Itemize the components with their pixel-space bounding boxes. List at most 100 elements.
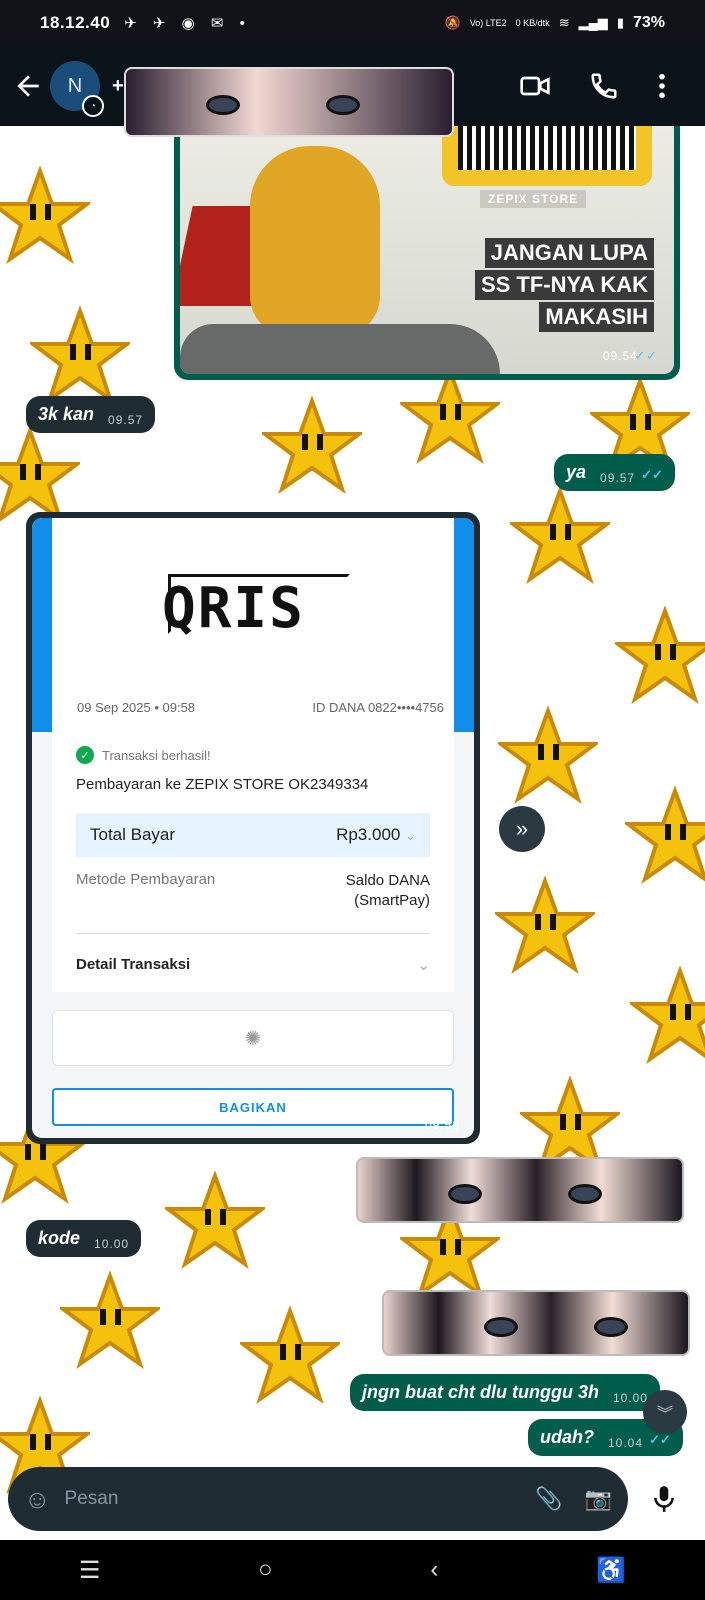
image-content: ZEPIX STORE JANGAN LUPA SS TF-NYA KAK MA… (180, 126, 674, 374)
caption-line: MAKASIH (539, 302, 654, 332)
message-time: 09.57 (600, 471, 636, 485)
qr-code (442, 126, 652, 186)
qris-logo: QRIS (162, 576, 305, 641)
star-wallpaper-icon (400, 366, 500, 465)
star-wallpaper-icon (615, 606, 705, 705)
total-row: Total Bayar Rp3.000 ⌄ (76, 813, 430, 857)
receipt: QRIS 09 Sep 2025 • 09:58 ID DANA 0822•••… (32, 518, 474, 1138)
image-caption: JANGAN LUPA SS TF-NYA KAK MAKASIH (474, 236, 654, 332)
star-wallpaper-icon (240, 1306, 340, 1405)
accessibility-icon[interactable]: ♿ (596, 1556, 626, 1585)
read-ticks-icon: ✓✓ (649, 1432, 671, 1447)
star-wallpaper-icon (262, 396, 362, 495)
star-wallpaper-icon (630, 966, 705, 1065)
attach-icon[interactable]: 📎 (535, 1486, 562, 1512)
message-input[interactable] (64, 1488, 514, 1510)
speed-label: 0 KB/dtk (515, 18, 550, 28)
wifi-icon: ≋ (558, 15, 570, 30)
emoji-icon[interactable]: ☺ (24, 1484, 51, 1515)
forward-icon[interactable]: » (499, 806, 545, 852)
avatar-initial: N (67, 74, 83, 97)
message-text: 3k kan (38, 404, 95, 424)
star-wallpaper-icon (510, 486, 610, 585)
scroll-down-icon[interactable]: ︾ (643, 1390, 687, 1434)
system-status: 🔕 Vo) LTE2 0 KB/dtk ≋ ▂▄▆ ▮ 73% (445, 14, 665, 32)
header-actions (519, 70, 667, 102)
home-icon[interactable]: ○ (258, 1556, 273, 1584)
total-value: Rp3.000 ⌄ (336, 825, 416, 844)
star-wallpaper-icon (30, 306, 130, 405)
receipt-date: 09 Sep 2025 • 09:58 (77, 700, 196, 715)
method-value: Saldo DANA (SmartPay) (345, 872, 430, 909)
clock: 18.12.40 (40, 13, 111, 32)
message-text: jngn buat cht dlu tunggu 3h (362, 1382, 599, 1402)
star-wallpaper-icon (625, 786, 705, 885)
receipt-status: ✓ Transaksi berhasil! (76, 746, 430, 764)
method-row: Metode Pembayaran Saldo DANA (SmartPay) (76, 871, 430, 911)
battery-icon: ▮ (616, 15, 624, 30)
system-nav-bar: ☰ ○ ‹ ♿ (0, 1540, 705, 1600)
message-time: 09.58 (424, 1118, 460, 1132)
status-bar: 18.12.40 ✈ ✈ ◉ ✉ • 🔕 Vo) LTE2 0 KB/dtk ≋… (0, 0, 705, 46)
phone-call-icon[interactable] (589, 71, 619, 101)
message-incoming[interactable]: 3k kan 09.57 (26, 396, 156, 433)
star-wallpaper-icon (60, 1271, 160, 1370)
detail-row: Detail Transaksi ⌄ (76, 933, 430, 974)
status-text: Transaksi berhasil! (102, 747, 211, 763)
check-icon: ✓ (76, 746, 94, 764)
notification-icons: ✈ ✈ ◉ ✉ • (124, 15, 251, 32)
dino-figure (250, 146, 380, 336)
more-options-icon[interactable] (657, 72, 667, 100)
message-outgoing[interactable]: jngn buat cht dlu tunggu 3h 10.00 (350, 1374, 660, 1411)
message-time: 10.00 (612, 1391, 648, 1405)
message-incoming[interactable]: kode 10.00 (26, 1220, 142, 1257)
read-ticks-icon: ✓✓ (641, 467, 663, 482)
share-button: BAGIKAN (52, 1088, 454, 1126)
chevron-down-icon: ⌄ (417, 957, 430, 974)
message-text: udah? (540, 1427, 594, 1447)
video-call-icon[interactable] (519, 70, 551, 102)
receipt-id: ID DANA 0822••••4756 (312, 700, 444, 715)
mute-icon: 🔕 (444, 15, 461, 30)
message-outgoing[interactable]: ya 09.57 ✓✓ (554, 454, 675, 491)
star-wallpaper-icon (165, 1171, 265, 1270)
method-label: Metode Pembayaran (76, 871, 216, 888)
sticker-anime-eyes[interactable] (382, 1290, 690, 1356)
loading-spinner-icon: ✺ (52, 1010, 454, 1066)
rock-shape (180, 324, 500, 374)
star-wallpaper-icon (0, 426, 80, 525)
back-icon[interactable]: ‹ (430, 1556, 438, 1584)
avatar[interactable]: N ◔ (50, 61, 104, 117)
status-ring-icon: ◔ (82, 95, 104, 117)
message-text: ya (566, 462, 587, 482)
message-time: 09.54 ✓✓ (602, 348, 658, 363)
battery-level: 73% (632, 14, 665, 31)
message-time: 09.57 (108, 413, 144, 427)
payment-description: Pembayaran ke ZEPIX STORE OK2349334 (76, 776, 369, 793)
sticker-anime-eyes[interactable] (356, 1157, 684, 1223)
network-label: Vo) LTE2 (469, 18, 507, 28)
message-composer: ☺ 📎 📷 (8, 1467, 628, 1531)
total-label: Total Bayar (90, 825, 176, 844)
message-text: kode (38, 1228, 81, 1248)
signal-icon: ▂▄▆ (578, 15, 608, 30)
message-time: 10.00 (94, 1237, 130, 1251)
message-time: 10.04 (608, 1436, 644, 1450)
back-arrow-icon[interactable] (12, 70, 44, 102)
receipt-header: QRIS 09 Sep 2025 • 09:58 ID DANA 0822•••… (32, 518, 474, 732)
recents-icon[interactable]: ☰ (79, 1556, 101, 1585)
mic-button[interactable] (632, 1467, 696, 1531)
caption-line: SS TF-NYA KAK (474, 270, 654, 300)
mic-icon (654, 1486, 674, 1512)
receipt-image-message[interactable]: QRIS 09 Sep 2025 • 09:58 ID DANA 0822•••… (26, 512, 480, 1144)
star-wallpaper-icon (0, 166, 90, 265)
image-message[interactable]: ZEPIX STORE JANGAN LUPA SS TF-NYA KAK MA… (174, 126, 680, 380)
chevron-down-icon: ⌄ (405, 828, 416, 843)
receipt-body: ✓ Transaksi berhasil! Pembayaran ke ZEPI… (52, 732, 454, 992)
star-wallpaper-icon (498, 706, 598, 805)
sticker-anime-eyes[interactable] (124, 67, 454, 137)
star-wallpaper-icon (495, 876, 595, 975)
camera-icon[interactable]: 📷 (585, 1486, 612, 1512)
caption-line: JANGAN LUPA (484, 238, 654, 268)
detail-label: Detail Transaksi (76, 956, 191, 973)
